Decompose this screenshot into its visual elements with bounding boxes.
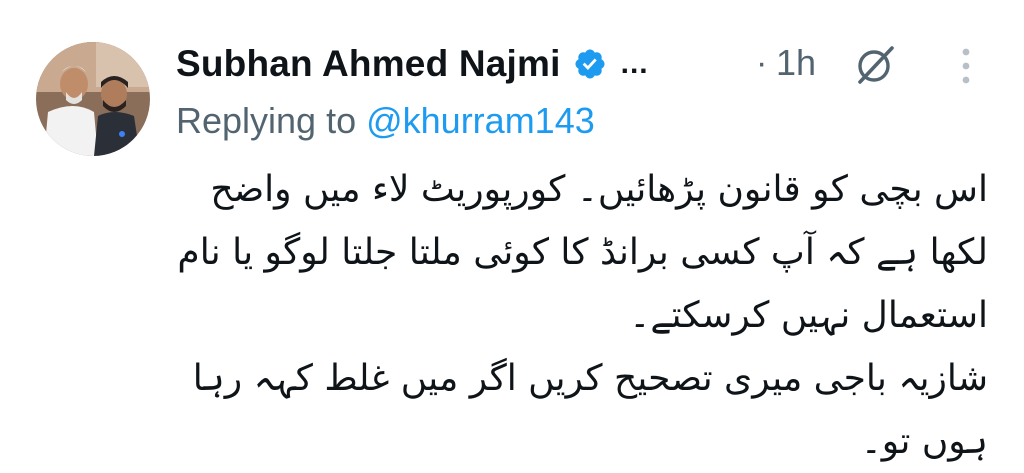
reply-handle-link[interactable]: @khurram143 bbox=[366, 100, 595, 141]
tweet-header: Subhan Ahmed Najmi ... · 1h bbox=[176, 36, 996, 92]
tweet: Subhan Ahmed Najmi ... · 1h Replying to … bbox=[0, 0, 1024, 462]
grok-icon[interactable] bbox=[852, 42, 898, 88]
separator-dot: · bbox=[756, 44, 768, 82]
replying-to: Replying to @khurram143 bbox=[176, 100, 595, 142]
avatar[interactable] bbox=[36, 42, 150, 156]
name-truncation: ... bbox=[620, 47, 649, 80]
tweet-text: اس بچی کو قانون پڑھائیں۔ کورپوریٹ لاء می… bbox=[177, 169, 988, 462]
timestamp[interactable]: 1h bbox=[776, 42, 816, 84]
replying-to-label: Replying to bbox=[176, 100, 367, 141]
more-vertical-icon[interactable] bbox=[954, 44, 978, 88]
verified-badge-icon bbox=[573, 47, 607, 81]
author-name[interactable]: Subhan Ahmed Najmi bbox=[176, 43, 561, 85]
